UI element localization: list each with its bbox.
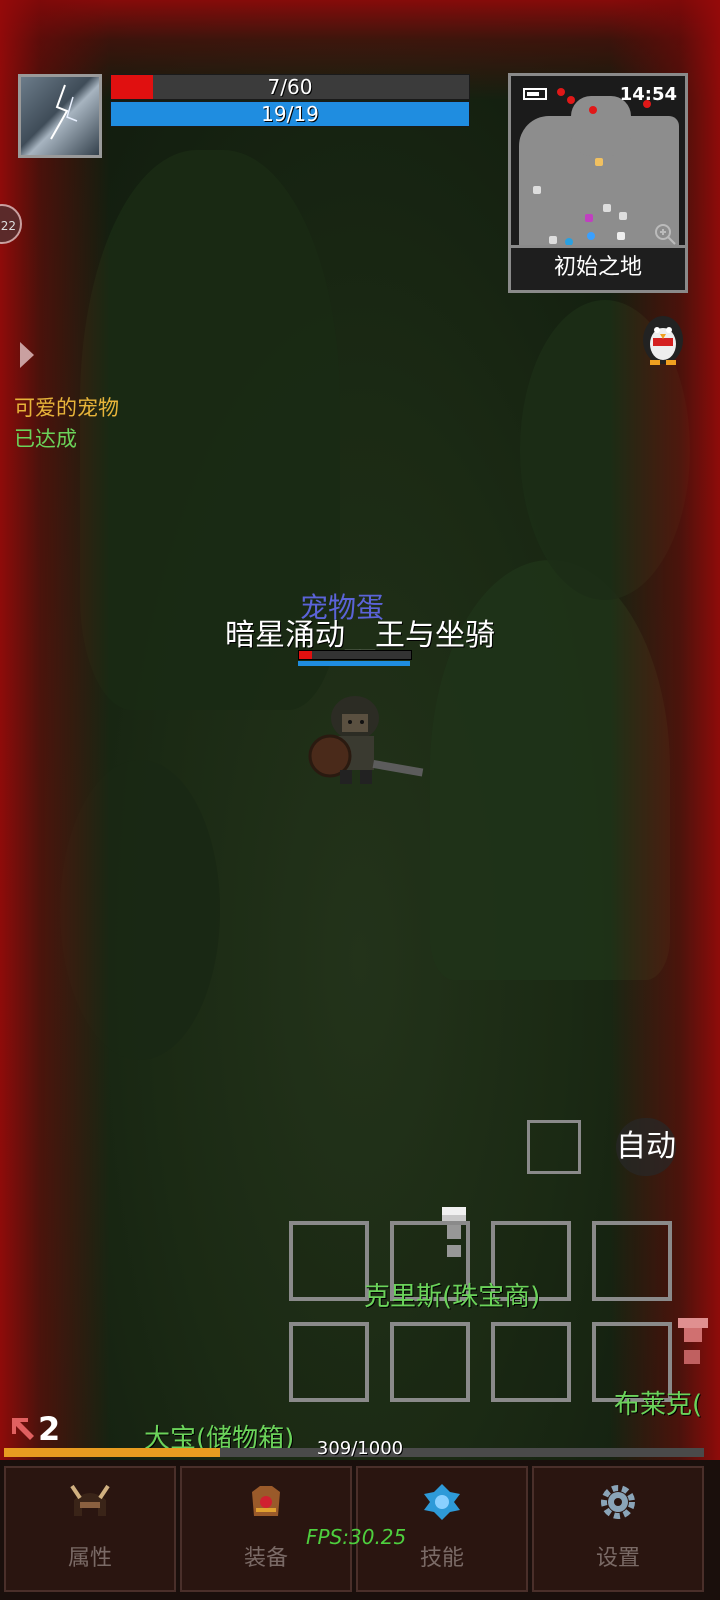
clock-text: 14:54: [619, 84, 677, 105]
portal-marker: [587, 232, 595, 240]
hp-bar: 7/60: [110, 74, 470, 100]
npc-marker: [533, 186, 541, 194]
skill-slot-4[interactable]: [592, 1221, 672, 1301]
player-character[interactable]: [300, 680, 430, 790]
enemy-marker: [589, 106, 597, 114]
battery-icon: [523, 88, 547, 100]
mp-bar: 19/19: [110, 101, 470, 127]
chest-marker: [585, 214, 593, 222]
nav-attributes-label: 属性: [67, 1546, 112, 1571]
minimap[interactable]: 14:54 初始之地: [508, 73, 688, 293]
xp-text: 309/1000: [316, 1438, 404, 1459]
npc-name-jeweler[interactable]: 克里斯(珠宝商): [364, 1276, 540, 1313]
npc-marker: [617, 232, 625, 240]
skill-slot-5[interactable]: [289, 1322, 369, 1402]
helmet-icon: [70, 1484, 110, 1516]
skill-slot-7[interactable]: [491, 1322, 571, 1402]
player-marker: [595, 158, 603, 166]
quest-status: 已达成: [14, 427, 77, 451]
armor-icon: [252, 1486, 280, 1516]
fps-counter: FPS:30.25: [306, 1525, 407, 1549]
mp-text: 19/19: [261, 102, 319, 126]
expand-arrow-icon[interactable]: [20, 342, 34, 368]
npc-name-blake[interactable]: 布莱克(: [614, 1384, 702, 1421]
quest-exclamation-icon: [678, 1318, 708, 1364]
storm-portrait-icon: [50, 84, 78, 140]
tree-bottom-left: [60, 760, 220, 1060]
npc-marker: [619, 212, 627, 220]
npc-marker: [549, 236, 557, 244]
player-portrait[interactable]: [18, 74, 102, 158]
skill-slot-1[interactable]: [289, 1221, 369, 1301]
auto-toggle-checkbox[interactable]: [527, 1120, 581, 1174]
player-name-label: 暗星涌动__王与坐骑: [225, 618, 495, 653]
nav-attributes-button[interactable]: 属性: [4, 1466, 176, 1592]
minimap-area[interactable]: 14:54: [511, 76, 685, 248]
hp-text: 7/60: [267, 75, 313, 99]
skill-gem-icon: [424, 1484, 460, 1520]
minimap-path: [571, 96, 631, 156]
player-overhead-mp: [298, 661, 410, 666]
penguin-pet-icon[interactable]: [636, 310, 690, 366]
auto-button[interactable]: 自动: [616, 1118, 676, 1176]
player-overhead-hp-fill: [299, 651, 313, 659]
enemy-marker: [567, 96, 575, 104]
nav-settings-button[interactable]: 设置: [532, 1466, 704, 1592]
player-overhead-hp: [298, 650, 412, 660]
enemy-marker: [557, 88, 565, 96]
location-name: 初始之地: [511, 245, 685, 290]
gear-icon: [601, 1485, 635, 1519]
nav-settings-label: 设置: [595, 1546, 640, 1571]
zoom-in-icon[interactable]: [653, 222, 677, 246]
quest-title[interactable]: 可爱的宠物: [14, 392, 119, 422]
skill-slot-6[interactable]: [390, 1322, 470, 1402]
npc-marker: [603, 204, 611, 212]
